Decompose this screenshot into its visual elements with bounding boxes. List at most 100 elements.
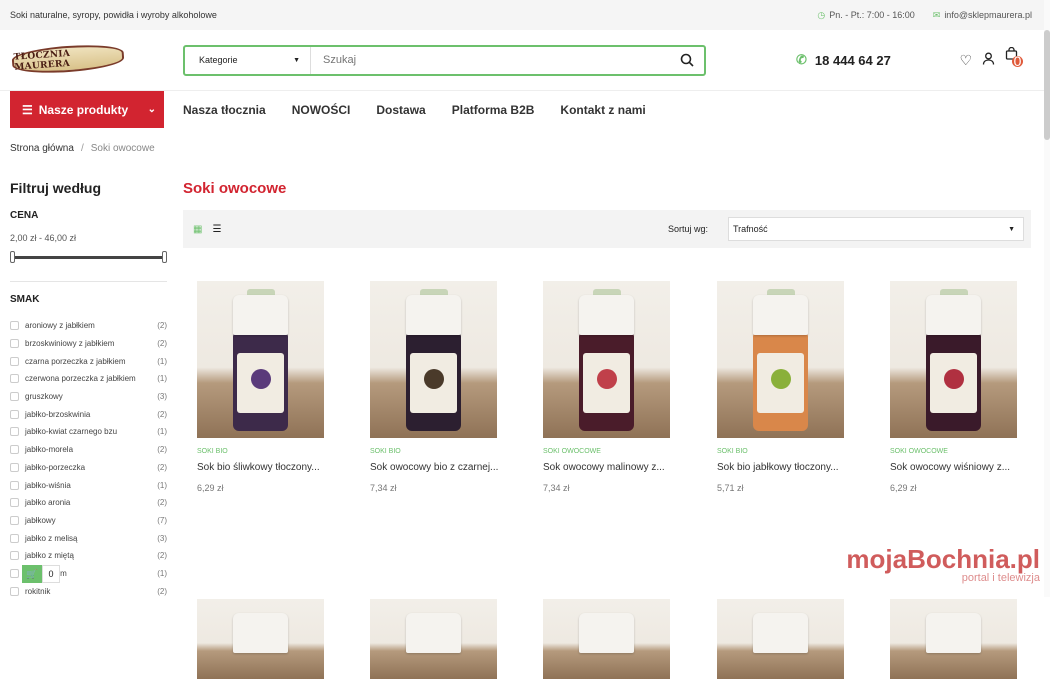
filter-item[interactable]: brzoskwiniowy z jabłkiem (2) <box>10 335 167 353</box>
search-input[interactable] <box>311 46 670 74</box>
filter-item[interactable]: rokitnik (2) <box>10 582 167 600</box>
product-image[interactable] <box>197 281 324 438</box>
product-card[interactable]: SOKI BIO Sok owocowy bio z czarnej... 7,… <box>370 281 498 493</box>
filter-title: Filtruj według <box>10 180 101 196</box>
price-slider[interactable] <box>10 251 167 263</box>
filter-checkbox[interactable] <box>10 515 19 525</box>
product-card[interactable]: SOKI BIO Sok bio jabłkowy tłoczony... 5,… <box>717 281 845 493</box>
filter-checkbox[interactable] <box>10 339 19 349</box>
product-card[interactable]: SOKI BIO Sok bio śliwkowy tłoczony... 6,… <box>197 281 325 493</box>
wishlist-heart-icon[interactable]: ♡ <box>959 52 972 69</box>
filter-checkbox[interactable] <box>10 356 19 366</box>
account-user-icon[interactable] <box>982 52 995 68</box>
product-image[interactable] <box>370 599 497 679</box>
product-card[interactable] <box>890 599 1018 679</box>
product-image[interactable] <box>890 599 1017 679</box>
sort-label: Sortuj wg: <box>667 224 708 234</box>
product-name[interactable]: Sok owocowy malinowy z... <box>543 462 683 473</box>
sort-select[interactable]: Trafność ▼ <box>728 217 1024 241</box>
filter-item[interactable]: jabłkowy (7) <box>10 512 167 530</box>
filter-checkbox[interactable] <box>10 374 19 384</box>
product-category[interactable]: SOKI OWOCOWE <box>543 448 671 455</box>
filter-item[interactable]: czarna porzeczka z jabłkiem (1) <box>10 352 167 370</box>
page-scrollbar[interactable] <box>1044 0 1050 597</box>
phone-number[interactable]: ✆ 18 444 64 27 <box>796 52 891 68</box>
nav-link-nowosci[interactable]: NOWOŚCI <box>292 103 351 117</box>
breadcrumb-current: Soki owocowe <box>90 142 155 154</box>
nav-link-kontakt[interactable]: Kontakt z nami <box>560 103 645 117</box>
filter-checkbox[interactable] <box>10 445 19 455</box>
product-image[interactable] <box>717 281 844 438</box>
filter-checkbox[interactable] <box>10 551 19 561</box>
nav-link-dostawa[interactable]: Dostawa <box>376 103 425 117</box>
filter-checkbox[interactable] <box>10 533 19 543</box>
product-name[interactable]: Sok bio jabłkowy tłoczony... <box>717 462 857 473</box>
product-price: 6,29 zł <box>197 483 224 493</box>
breadcrumb: Strona główna / Soki owocowe <box>0 128 1050 168</box>
watermark: mojaBochnia.pl portal i telewizja <box>846 544 1040 584</box>
scrollbar-thumb[interactable] <box>1044 30 1050 140</box>
category-select[interactable]: Kategorie ▼ <box>185 46 311 74</box>
list-view-icon[interactable]: ☰ <box>212 224 221 235</box>
filter-checkbox[interactable] <box>10 586 19 596</box>
product-category[interactable]: SOKI BIO <box>197 448 325 455</box>
product-image[interactable] <box>543 281 670 438</box>
filter-item[interactable]: gruszkowy (3) <box>10 388 167 406</box>
nav-link-b2b[interactable]: Platforma B2B <box>452 103 535 117</box>
cart-bag-icon[interactable]: 0 <box>1005 46 1023 74</box>
filter-checkbox[interactable] <box>10 480 19 490</box>
filter-checkbox[interactable] <box>10 409 19 419</box>
product-card[interactable] <box>543 599 671 679</box>
slider-max-handle[interactable] <box>162 251 167 263</box>
filter-item[interactable]: jabłko z miętą (2) <box>10 547 167 565</box>
product-category[interactable]: SOKI BIO <box>717 448 845 455</box>
contact-email[interactable]: ✉ info@sklepmaurera.pl <box>933 10 1032 21</box>
product-category[interactable]: SOKI OWOCOWE <box>890 448 1018 455</box>
product-category[interactable]: SOKI BIO <box>370 448 498 455</box>
products-menu-button[interactable]: ☰ Nasze produkty ⌄ <box>10 91 164 128</box>
filter-checkbox[interactable] <box>10 462 19 472</box>
filter-item[interactable]: jabłko-wiśnia (1) <box>10 476 167 494</box>
product-image[interactable] <box>890 281 1017 438</box>
product-card[interactable]: SOKI OWOCOWE Sok owocowy wiśniowy z... 6… <box>890 281 1018 493</box>
product-name[interactable]: Sok bio śliwkowy tłoczony... <box>197 462 337 473</box>
filter-item[interactable]: jabłko aronia (2) <box>10 494 167 512</box>
product-image[interactable] <box>197 599 324 679</box>
product-image[interactable] <box>370 281 497 438</box>
slider-min-handle[interactable] <box>10 251 15 263</box>
product-card[interactable] <box>370 599 498 679</box>
product-image[interactable] <box>717 599 844 679</box>
nav-link-tlocznia[interactable]: Nasza tłocznia <box>183 103 266 117</box>
product-price: 7,34 zł <box>543 483 570 493</box>
filter-checkbox[interactable] <box>10 498 19 508</box>
filter-item[interactable]: jabłko-kwiat czarnego bzu (1) <box>10 423 167 441</box>
filter-item[interactable]: czerwona porzeczka z jabłkiem (1) <box>10 370 167 388</box>
grid-view-icon[interactable]: ▦ <box>193 224 202 235</box>
product-name[interactable]: Sok owocowy wiśniowy z... <box>890 462 1030 473</box>
filter-item[interactable]: jabłko-morela (2) <box>10 441 167 459</box>
filter-checkbox[interactable] <box>10 568 19 578</box>
filter-checkbox[interactable] <box>10 321 19 331</box>
product-name[interactable]: Sok owocowy bio z czarnej... <box>370 462 510 473</box>
product-price: 6,29 zł <box>890 483 917 493</box>
product-image[interactable] <box>543 599 670 679</box>
caret-down-icon: ▼ <box>293 56 300 64</box>
product-card[interactable] <box>197 599 325 679</box>
filter-item[interactable]: jabłko-porzeczka (2) <box>10 459 167 477</box>
logo[interactable]: TŁOCZNIA MAURERA <box>10 38 125 82</box>
filter-item[interactable]: jabłko z melisą (3) <box>10 529 167 547</box>
top-bar: Soki naturalne, syropy, powidła i wyroby… <box>0 0 1050 30</box>
filter-item[interactable]: aroniowy z jabłkiem (2) <box>10 317 167 335</box>
search-icon[interactable] <box>670 53 704 67</box>
floating-cart-count: 0 <box>42 565 60 583</box>
product-card[interactable] <box>717 599 845 679</box>
floating-cart[interactable]: 🛒 0 <box>22 565 60 583</box>
filter-checkbox[interactable] <box>10 427 19 437</box>
divider <box>10 281 167 282</box>
breadcrumb-home[interactable]: Strona główna <box>10 143 74 154</box>
taste-filter-list: aroniowy z jabłkiem (2) brzoskwiniowy z j… <box>10 317 167 600</box>
main-nav: ☰ Nasze produkty ⌄ Nasza tłocznia NOWOŚC… <box>0 90 1050 128</box>
product-card[interactable]: SOKI OWOCOWE Sok owocowy malinowy z... 7… <box>543 281 671 493</box>
filter-item[interactable]: jabłko-brzoskwinia (2) <box>10 405 167 423</box>
filter-checkbox[interactable] <box>10 392 19 402</box>
